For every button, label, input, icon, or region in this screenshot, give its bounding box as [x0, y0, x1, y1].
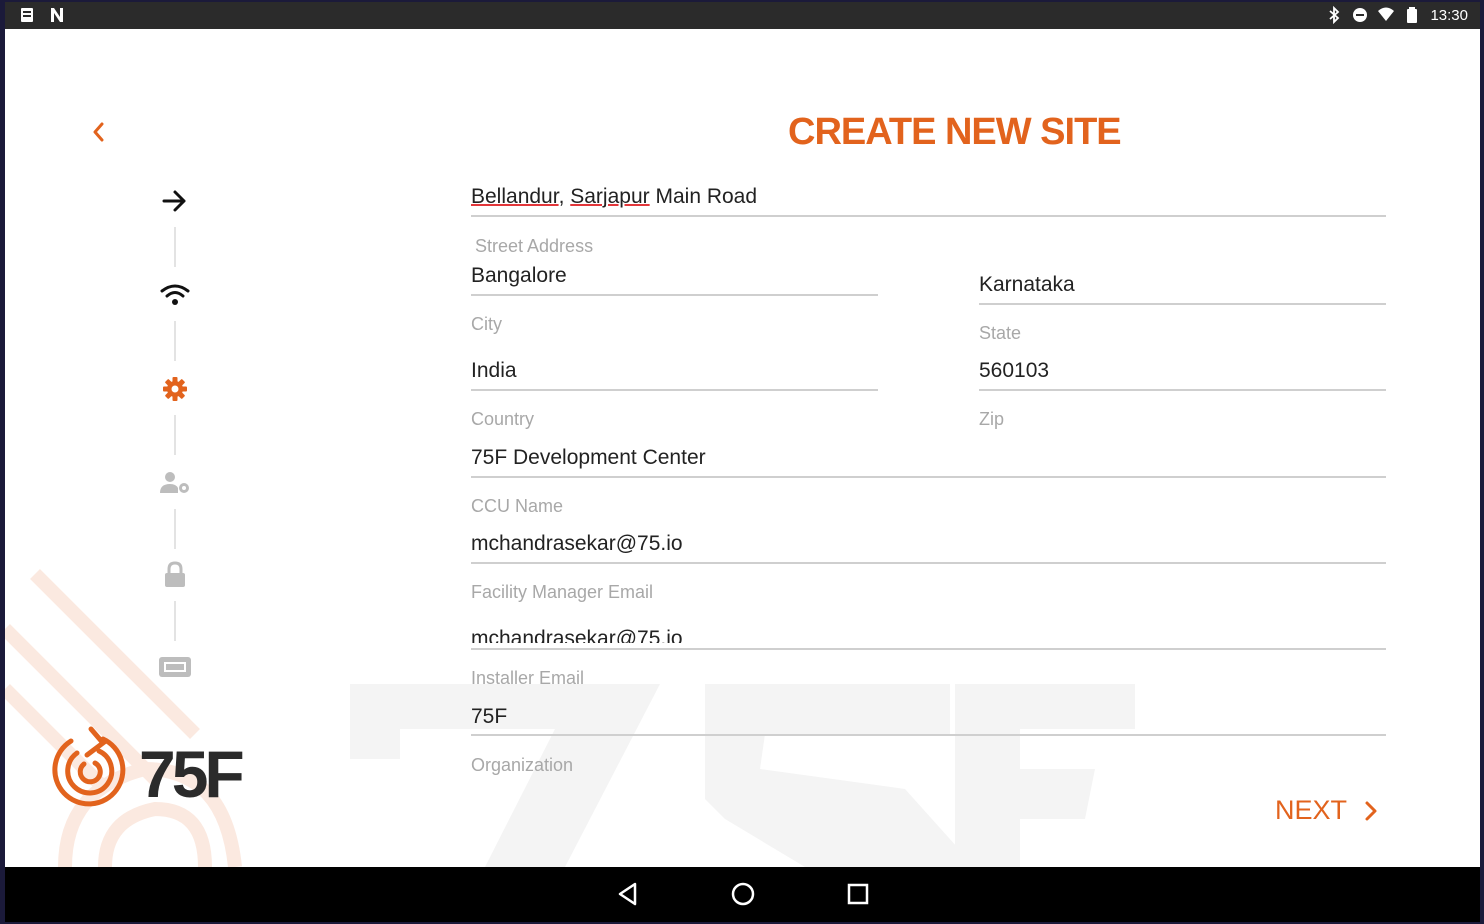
state-label: State: [979, 323, 1022, 343]
home-circle-icon[interactable]: [730, 881, 756, 907]
facility-manager-email-field[interactable]: mchandrasekar@75.io: [471, 532, 1386, 566]
logo-text: 75F: [139, 737, 242, 811]
organization-value: 75F: [471, 705, 508, 728]
ccu-name-field[interactable]: 75F Development Center: [471, 446, 1386, 480]
next-button-label: NEXT: [1275, 795, 1348, 825]
stepper-connector: [174, 509, 176, 549]
back-button[interactable]: [85, 117, 111, 147]
user-settings-icon: [160, 472, 189, 493]
facility-email-underline: [471, 562, 1386, 564]
street-address-field[interactable]: Bellandur, Sarjapur Main Road: [471, 185, 1386, 219]
state-field[interactable]: Karnataka: [979, 273, 1386, 307]
ccu-name-value: 75F Development Center: [471, 446, 706, 469]
step-wifi: [155, 275, 195, 315]
installer-email-label: Installer Email: [471, 668, 585, 688]
city-field[interactable]: Bangalore: [471, 264, 878, 298]
notification-icon: [21, 8, 33, 22]
facility-manager-email-label: Facility Manager Email: [471, 582, 654, 602]
installer-email-value: mchandrasekar@75.io: [471, 627, 683, 643]
city-value: Bangalore: [471, 264, 567, 287]
organization-underline: [471, 734, 1386, 736]
lock-icon: [165, 561, 185, 587]
back-triangle-icon[interactable]: [615, 881, 641, 907]
street-address-value: Bellandur, Sarjapur Main Road: [471, 185, 1386, 209]
organization-field[interactable]: 75F: [471, 705, 1386, 739]
step-settings: [155, 369, 195, 409]
wifi-icon: [160, 284, 190, 305]
next-button[interactable]: NEXT: [1275, 795, 1379, 826]
state-value: Karnataka: [979, 273, 1075, 296]
street-separator: ,: [558, 185, 571, 208]
country-label: Country: [471, 409, 535, 429]
stepper-connector: [174, 601, 176, 641]
facility-manager-email-value: mchandrasekar@75.io: [471, 532, 683, 555]
logo-mark-icon: 75F: [52, 726, 246, 811]
brand-logo: 75F: [47, 723, 292, 813]
installer-email-underline: [471, 648, 1386, 650]
step-security: [155, 555, 195, 595]
city-label: City: [471, 314, 502, 334]
chevron-right-icon: [1365, 801, 1377, 820]
status-time: 13:30: [1430, 6, 1468, 24]
watermark-arcs: [5, 569, 242, 867]
city-underline: [471, 294, 878, 296]
ccu-name-underline: [471, 476, 1386, 478]
bluetooth-icon: [1329, 6, 1340, 24]
stepper-connector: [174, 415, 176, 455]
device-icon: [159, 657, 191, 677]
country-underline: [471, 389, 878, 391]
zip-underline: [979, 389, 1386, 391]
n-app-icon: [51, 8, 63, 22]
step-user-settings: [155, 463, 195, 503]
zip-value: 560103: [979, 359, 1050, 382]
dnd-icon: [1353, 8, 1368, 22]
street-address-label: Street Address: [475, 236, 594, 256]
country-value: India: [471, 359, 517, 382]
ccu-name-label: CCU Name: [471, 496, 564, 516]
status-bar: 13:30: [5, 2, 1480, 29]
state-underline: [979, 303, 1386, 305]
arrow-right-icon: [162, 190, 186, 212]
zip-field[interactable]: 560103: [979, 359, 1386, 393]
create-site-screen: CREATE NEW SITE Bellandur, Sarjapur Main…: [5, 29, 1480, 867]
stepper-connector: [174, 321, 176, 361]
recents-square-icon[interactable]: [845, 881, 871, 907]
installer-email-field[interactable]: mchandrasekar@75.io: [471, 625, 1386, 653]
street-word-1: Bellandur: [471, 185, 559, 208]
gear-icon: [163, 377, 187, 401]
status-bar-left: [19, 6, 65, 24]
step-arrow: [155, 181, 195, 221]
street-rest: Main Road: [649, 185, 758, 208]
battery-icon: [1407, 7, 1418, 23]
page-title: CREATE NEW SITE: [788, 111, 1122, 153]
country-field[interactable]: India: [471, 359, 878, 393]
organization-label: Organization: [471, 755, 574, 775]
status-bar-right: 13:30: [1326, 6, 1468, 24]
system-nav-bar: [5, 867, 1480, 922]
street-underline: [471, 215, 1386, 217]
zip-label: Zip: [979, 409, 1005, 429]
wifi-icon: [1378, 7, 1395, 21]
step-device: [155, 647, 195, 687]
street-word-2: Sarjapur: [570, 185, 650, 208]
stepper-connector: [174, 227, 176, 267]
